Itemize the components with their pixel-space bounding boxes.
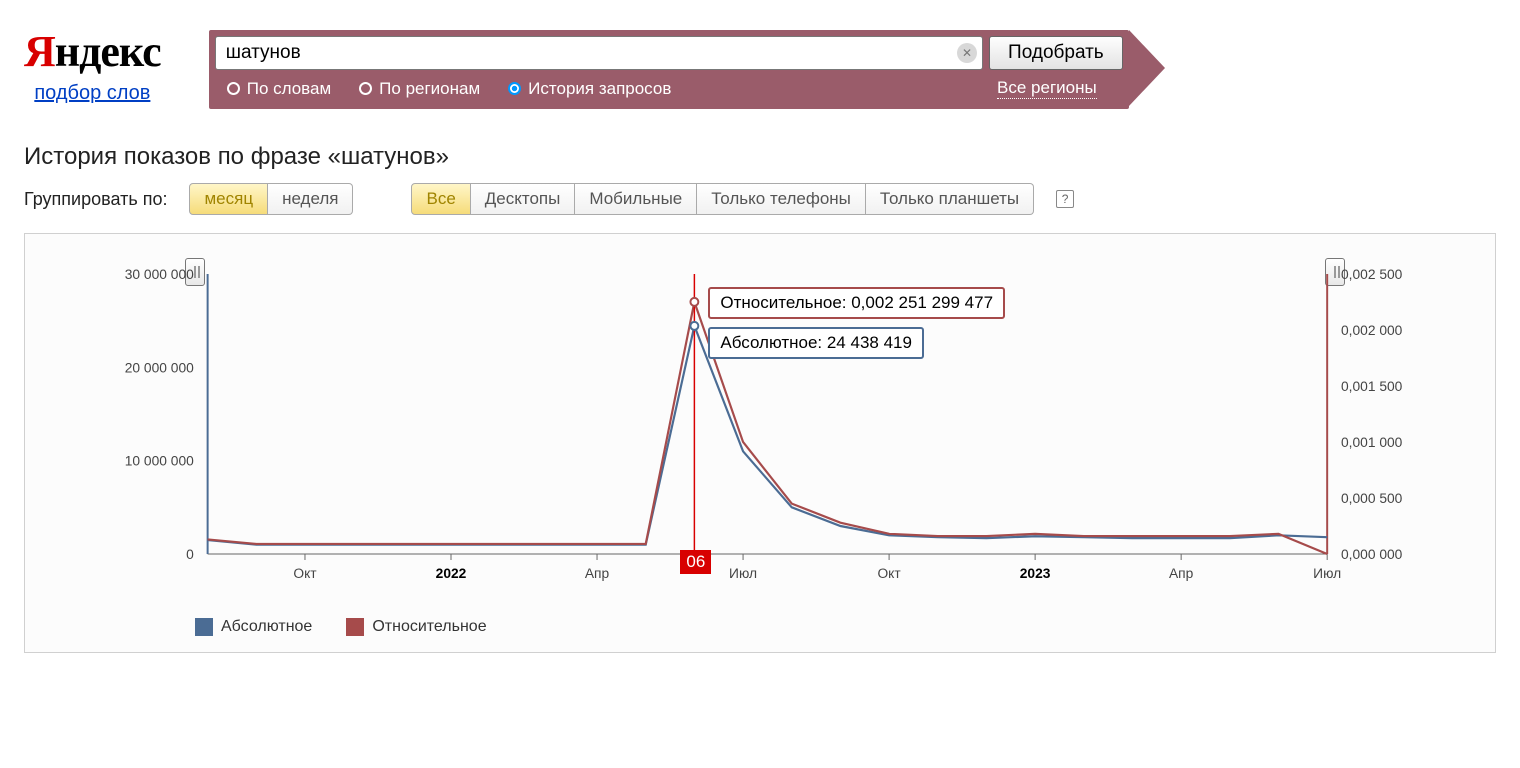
period-btn-месяц[interactable]: месяц [189, 183, 268, 215]
legend-swatch-icon [346, 618, 364, 636]
clear-icon[interactable]: ✕ [957, 43, 977, 63]
tooltip-absolute: Абсолютное: 24 438 419 [708, 327, 924, 359]
radio-dot-icon [227, 82, 240, 95]
svg-text:0,002 500: 0,002 500 [1341, 266, 1403, 282]
svg-text:Апр: Апр [1169, 565, 1194, 581]
region-link[interactable]: Все регионы [997, 78, 1097, 99]
svg-text:Окт: Окт [877, 565, 901, 581]
logo: Яндекс [24, 30, 161, 74]
radio-dot-icon [508, 82, 521, 95]
device-btn-Мобильные[interactable]: Мобильные [575, 183, 697, 215]
period-btn-неделя[interactable]: неделя [268, 183, 353, 215]
svg-text:0,000 000: 0,000 000 [1341, 546, 1403, 562]
svg-text:2022: 2022 [436, 565, 467, 581]
legend-item: Относительное [346, 618, 486, 636]
radio-По словам[interactable]: По словам [227, 79, 331, 99]
svg-text:Июл: Июл [1313, 565, 1341, 581]
month-badge: 06 [680, 550, 711, 574]
search-input[interactable] [215, 36, 983, 70]
search-button[interactable]: Подобрать [989, 36, 1123, 70]
svg-text:0: 0 [186, 546, 194, 562]
svg-text:0,001 500: 0,001 500 [1341, 378, 1403, 394]
panel-arrow-icon [1129, 30, 1165, 106]
radio-История запросов[interactable]: История запросов [508, 79, 671, 99]
legend-item: Абсолютное [195, 618, 312, 636]
radio-dot-icon [359, 82, 372, 95]
search-panel: ✕ Подобрать По словам По регионам История … [209, 30, 1129, 109]
tooltip-relative: Относительное: 0,002 251 299 477 [708, 287, 1005, 319]
svg-text:0,001 000: 0,001 000 [1341, 434, 1403, 450]
device-btn-Только телефоны[interactable]: Только телефоны [697, 183, 866, 215]
legend-swatch-icon [195, 618, 213, 636]
group-by-label: Группировать по: [24, 189, 167, 210]
svg-text:Июл: Июл [729, 565, 757, 581]
wordstat-link[interactable]: подбор слов [34, 82, 150, 105]
radio-По регионам[interactable]: По регионам [359, 79, 480, 99]
device-btn-Десктопы[interactable]: Десктопы [471, 183, 576, 215]
svg-text:0,002 000: 0,002 000 [1341, 322, 1403, 338]
svg-text:0,000 500: 0,000 500 [1341, 490, 1403, 506]
svg-text:20 000 000: 20 000 000 [125, 359, 194, 375]
device-btn-Только планшеты[interactable]: Только планшеты [866, 183, 1034, 215]
svg-text:30 000 000: 30 000 000 [125, 266, 194, 282]
chart-container: 30 000 000 20 000 000 10 000 000 0 0,002 500… [24, 233, 1496, 653]
svg-text:Апр: Апр [585, 565, 610, 581]
page-title: История показов по фразе «шатунов» [24, 143, 1496, 171]
help-icon[interactable]: ? [1056, 190, 1074, 208]
device-btn-Все[interactable]: Все [411, 183, 470, 215]
svg-text:10 000 000: 10 000 000 [125, 453, 194, 469]
svg-text:Окт: Окт [293, 565, 317, 581]
svg-text:2023: 2023 [1020, 565, 1051, 581]
